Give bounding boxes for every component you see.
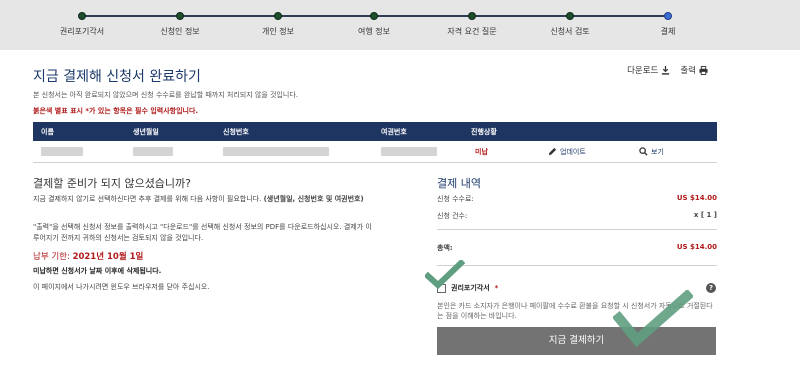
print-label: 출력 [680,66,696,76]
delete-warning: 미납하면 신청서가 날짜 이후에 삭제됩니다. [33,267,162,275]
progress-stepper: 권리포기각서 신청인 정보 개인 정보 여행 정보 자격 요건 질문 신청서 검… [0,0,800,50]
view-label: 보기 [651,147,664,156]
col-name: 이름 [41,127,54,136]
fee-label: 신청 수수료: [437,195,474,203]
step-dot [78,12,86,20]
help-icon[interactable]: ? [706,283,716,293]
step-review: 신청서 검토 [515,0,625,50]
update-link[interactable]: 업데이트 [548,147,586,157]
instructions-text: 지금 결제하지 않기로 선택하신다면 추후 결제를 위해 다음 사항이 필요합니… [33,195,264,203]
step-label: 권리포기각서 [59,27,105,36]
deadline-date: 2021년 10월 1일 [72,252,144,262]
step-label: 개인 정보 [262,27,294,36]
col-application-number: 신청번호 [223,127,249,136]
step-dot [468,12,476,20]
table-row: 미납 업데이트 보기 [33,141,717,163]
deadline-label: 납부 기한: [33,252,73,262]
not-ready-instructions: 지금 결제하지 않기로 선택하신다면 추후 결제를 위해 다음 사항이 필요합니… [33,194,378,205]
download-label: 다운로드 [627,66,659,76]
total-divider [437,265,717,266]
step-payment: 결제 [613,0,723,50]
page-title: 지금 결제해 신청서 완료하기 [33,69,201,85]
pencil-icon [548,147,557,156]
step-label: 신청인 정보 [160,27,200,36]
update-label: 업데이트 [560,147,586,156]
table-header: 이름 생년월일 신청번호 여권번호 진행상황 [33,122,717,141]
print-button[interactable]: 출력 [680,64,708,76]
required-info-list: (생년월일, 신청번호 및 여권번호) [263,195,364,203]
print-download-instructions: "출력"을 선택해 신청서 정보를 출력하시고 "다운로드"를 선택해 신청서 … [33,223,372,242]
step-dot [566,12,574,20]
page-actions: 다운로드 출력 [627,64,708,76]
step-dot [274,12,282,20]
search-icon [639,147,648,156]
page-subtitle: 본 신청서는 아직 완료되지 않았으며 신청 수수료를 완납할 때까지 처리되지… [33,91,298,99]
total-row: 총액: US $14.00 [437,243,717,253]
exit-note: 이 페이지에서 나가시려면 윈도우 브라우저를 닫아 주십시오. [33,283,210,291]
application-table: 이름 생년월일 신청번호 여권번호 진행상황 미납 업데이트 보기 [33,122,717,163]
view-link[interactable]: 보기 [639,147,664,157]
step-label: 결제 [660,27,676,36]
step-waiver: 권리포기각서 [27,0,137,50]
not-ready-heading: 결제할 준비가 되지 않으셨습니까? [33,177,192,190]
step-dot [176,12,184,20]
col-status: 진행상황 [471,127,497,136]
required-star: * [494,284,499,292]
required-note: 붉은색 별표 표시 *가 있는 항목은 필수 입력사항입니다. [33,107,199,115]
download-button[interactable]: 다운로드 [627,64,670,76]
redacted-birthdate [133,147,173,156]
total-label: 총액: [437,244,453,252]
step-label: 여행 정보 [358,27,390,36]
waiver-checkbox[interactable] [437,283,446,293]
pay-now-button[interactable]: 지금 결제하기 [437,327,716,355]
col-passport-number: 여권번호 [381,127,407,136]
printer-icon [699,65,708,75]
fee-value: US $14.00 [676,194,717,202]
summary-divider [437,229,717,230]
step-travel-info: 여행 정보 [319,0,429,50]
fee-row: 신청 수수료: US $14.00 [437,194,717,204]
step-dot-current [664,12,672,20]
redacted-passport-number [381,147,437,156]
step-personal-info: 개인 정보 [223,0,333,50]
redacted-application-number [223,147,329,156]
step-eligibility: 자격 요건 질문 [417,0,527,50]
col-birthdate: 생년월일 [133,127,159,136]
payment-summary-heading: 결제 내역 [437,177,481,190]
waiver-agreement: 권리포기각서 * [437,283,498,293]
total-value: US $14.00 [676,243,717,251]
count-value: x [ 1 ] [693,211,717,219]
step-applicant-info: 신청인 정보 [125,0,235,50]
count-row: 신청 건수: x [ 1 ] [437,211,717,221]
waiver-text: 본인은 카드 소지자가 은행이나 페이팔에 수수료 환불을 요청할 시 신청서가… [437,302,713,320]
payment-deadline: 납부 기한: 2021년 10월 1일 [33,250,143,262]
step-label: 자격 요건 질문 [447,27,497,36]
waiver-label: 권리포기각서 [451,284,490,292]
redacted-name [41,147,83,156]
download-icon [662,65,670,75]
status-badge: 미납 [475,147,488,156]
step-dot [370,12,378,20]
count-label: 신청 건수: [437,212,468,220]
step-label: 신청서 검토 [550,27,590,36]
